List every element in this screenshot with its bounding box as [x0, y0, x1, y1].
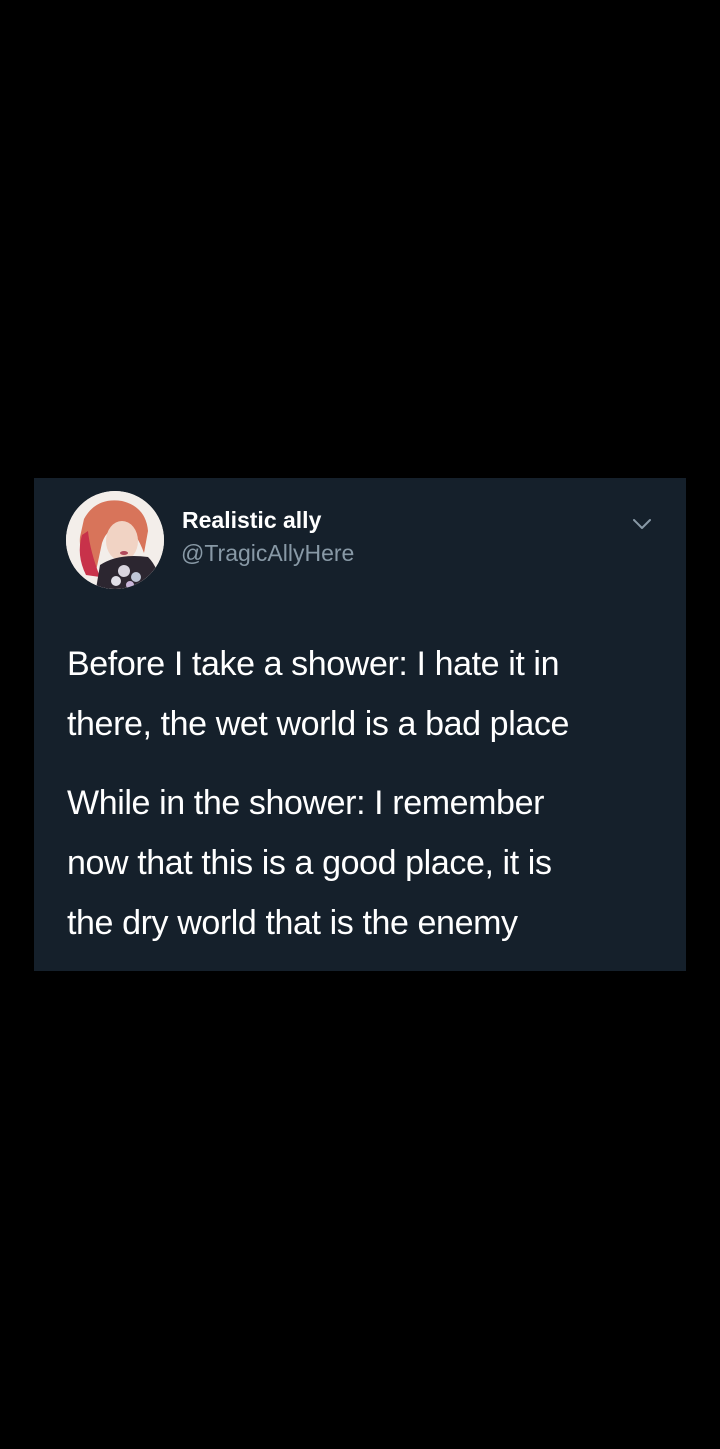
tweet-line: now that this is a good place, it is — [67, 844, 552, 882]
chevron-down-icon — [633, 519, 651, 529]
tweet-line: Before I take a shower: I hate it in — [67, 645, 560, 683]
tweet-line: there, the wet world is a bad place — [67, 705, 569, 743]
tweet-line: the dry world that is the enemy — [67, 904, 518, 942]
avatar[interactable] — [66, 491, 164, 589]
tweet-menu-button[interactable] — [628, 514, 656, 534]
tweet-paragraph: While in the shower: I remember now that… — [67, 773, 667, 953]
tweet-text: Before I take a shower: I hate it in the… — [67, 634, 667, 953]
tweet-line: While in the shower: I remember — [67, 784, 544, 822]
display-name[interactable]: Realistic ally — [182, 507, 321, 534]
tweet-card[interactable]: Realistic ally @TragicAllyHere Before I … — [34, 478, 686, 971]
profile-photo-icon — [66, 491, 164, 589]
user-handle[interactable]: @TragicAllyHere — [181, 540, 354, 567]
tweet-paragraph: Before I take a shower: I hate it in the… — [67, 634, 667, 754]
